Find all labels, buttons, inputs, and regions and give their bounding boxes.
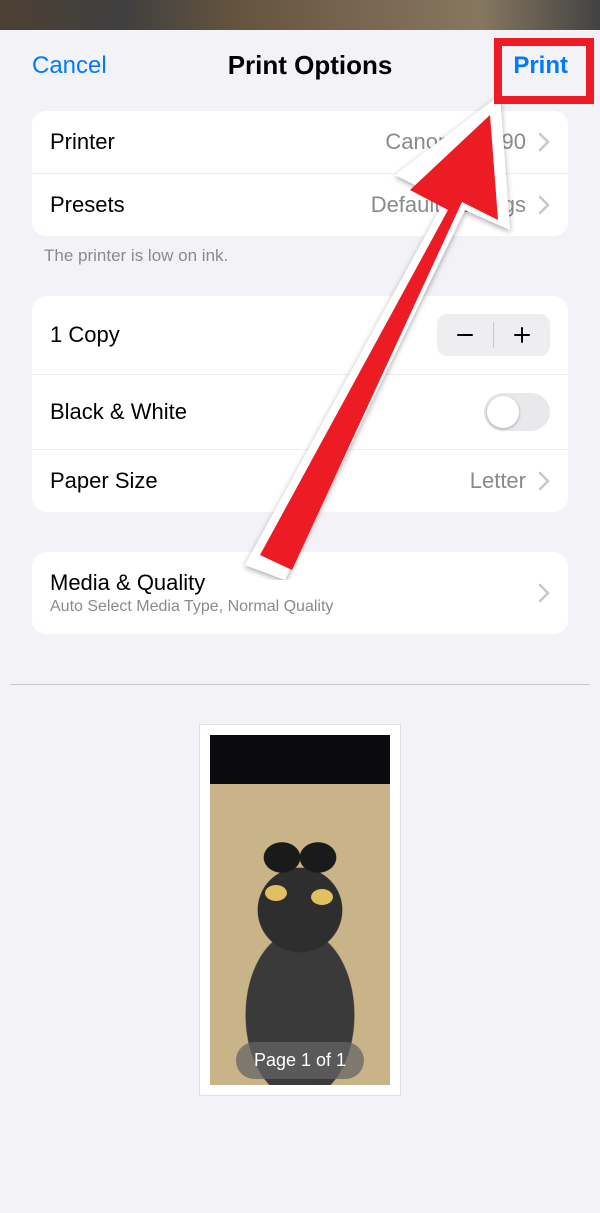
preview-page[interactable]: Page 1 of 1 xyxy=(200,725,400,1095)
plus-icon xyxy=(512,325,532,345)
chevron-right-icon xyxy=(538,471,550,491)
chevron-right-icon xyxy=(538,583,550,603)
page-count-badge: Page 1 of 1 xyxy=(236,1042,364,1079)
media-quality-sub: Auto Select Media Type, Normal Quality xyxy=(50,598,333,616)
copies-label: 1 Copy xyxy=(50,322,120,348)
print-preview-area: Page 1 of 1 xyxy=(10,685,590,1115)
presets-row[interactable]: Presets Default Settings xyxy=(32,173,568,236)
paper-size-label: Paper Size xyxy=(50,468,158,494)
sheet-title: Print Options xyxy=(228,50,393,81)
paper-size-value: Letter xyxy=(470,468,526,494)
print-options-sheet: Cancel Print Options Print Printer Canon… xyxy=(10,30,590,1213)
media-quality-text: Media & Quality Auto Select Media Type, … xyxy=(50,570,333,616)
printer-row-label: Printer xyxy=(50,129,115,155)
copies-decrement-button[interactable] xyxy=(437,314,493,356)
printer-row-value: Canon MX490 xyxy=(385,129,526,155)
printer-settings-group: Printer Canon MX490 Presets Default Sett… xyxy=(32,111,568,236)
media-quality-label: Media & Quality xyxy=(50,570,333,596)
toggle-knob xyxy=(487,396,519,428)
presets-row-label: Presets xyxy=(50,192,125,218)
background-photo-strip xyxy=(0,0,600,30)
preview-image xyxy=(210,735,390,1085)
copies-row: 1 Copy xyxy=(32,296,568,374)
paper-size-row[interactable]: Paper Size Letter xyxy=(32,449,568,512)
print-options-group: 1 Copy Black & White Paper Size Letter xyxy=(32,296,568,512)
chevron-right-icon xyxy=(538,132,550,152)
copies-stepper xyxy=(437,314,550,356)
black-white-row: Black & White xyxy=(32,374,568,449)
cancel-button[interactable]: Cancel xyxy=(32,52,107,80)
chevron-right-icon xyxy=(538,195,550,215)
minus-icon xyxy=(455,325,475,345)
annotation-highlight-box xyxy=(494,38,594,104)
media-quality-group: Media & Quality Auto Select Media Type, … xyxy=(32,552,568,634)
media-quality-row[interactable]: Media & Quality Auto Select Media Type, … xyxy=(32,552,568,634)
printer-footnote: The printer is low on ink. xyxy=(44,246,556,266)
black-white-toggle[interactable] xyxy=(484,393,550,431)
printer-row[interactable]: Printer Canon MX490 xyxy=(32,111,568,173)
copies-increment-button[interactable] xyxy=(494,314,550,356)
presets-row-value: Default Settings xyxy=(371,192,526,218)
black-white-label: Black & White xyxy=(50,399,187,425)
